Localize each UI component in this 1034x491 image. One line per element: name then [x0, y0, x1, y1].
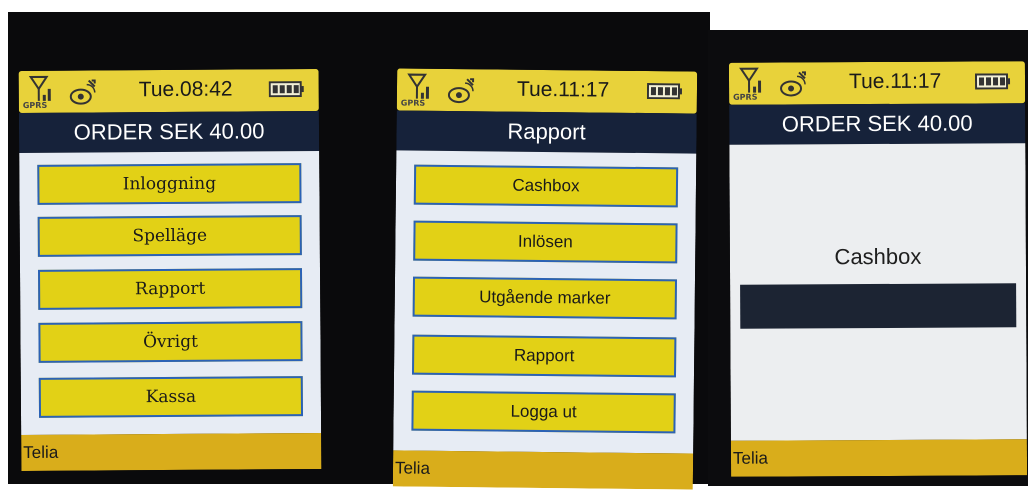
rapport-menu-screen: GPRS Tue.11:17 Rapport Cashbox Inlösen U…: [392, 68, 698, 490]
screen-title: Rapport: [396, 110, 697, 154]
cashbox-panel: Cashbox: [729, 143, 1027, 441]
cashbox-input[interactable]: [740, 283, 1017, 329]
menu-button-rapport[interactable]: Rapport: [411, 334, 677, 378]
screen-title: ORDER SEK 40.00: [729, 103, 1026, 145]
battery-icon: [268, 81, 304, 98]
menu-button-inloggning[interactable]: Inloggning: [37, 163, 302, 205]
menu-button-kassa[interactable]: Kassa: [38, 376, 304, 418]
gps-satellite-icon: [447, 78, 475, 104]
battery-icon: [646, 83, 683, 100]
menu-button-rapport[interactable]: Rapport: [37, 268, 303, 310]
cashbox-prompt: Cashbox: [834, 243, 922, 270]
menu-button-inlosen[interactable]: Inlösen: [413, 220, 678, 264]
gprs-label: GPRS: [22, 100, 48, 111]
cashbox-screen: GPRS Tue.11:17 ORDER SEK 40.00 Cashbox T: [728, 61, 1028, 477]
menu-button-cashbox[interactable]: Cashbox: [413, 164, 679, 208]
menu-button-ovrigt[interactable]: Övrigt: [38, 321, 303, 363]
gps-satellite-icon: [780, 71, 806, 97]
carrier-footer: Telia: [730, 439, 1028, 477]
status-bar: GPRS Tue.11:17: [728, 61, 1026, 105]
clock: Tue.08:42: [138, 77, 233, 102]
status-bar: GPRS Tue.08:42: [18, 68, 319, 114]
carrier-footer: Telia: [21, 432, 322, 472]
gps-satellite-icon: [69, 79, 96, 105]
clock: Tue.11:17: [848, 69, 942, 94]
battery-icon: [974, 73, 1011, 90]
menu-list: Inloggning Spelläge Rapport Övrigt Kassa: [19, 150, 322, 436]
gprs-label: GPRS: [400, 98, 426, 108]
gprs-label: GPRS: [733, 92, 758, 102]
clock: Tue.11:17: [516, 77, 610, 102]
menu-button-spellage[interactable]: Spelläge: [37, 215, 302, 257]
photo-collage: GPRS Tue.08:42 ORDER SEK 40.00 Inloggnin…: [0, 0, 1034, 491]
menu-button-logga-ut[interactable]: Logga ut: [411, 390, 676, 434]
menu-list: Cashbox Inlösen Utgående marker Rapport …: [393, 150, 697, 454]
main-menu-screen: GPRS Tue.08:42 ORDER SEK 40.00 Inloggnin…: [18, 68, 322, 472]
status-bar: GPRS Tue.11:17: [396, 68, 698, 114]
menu-button-utgaende-marker[interactable]: Utgående marker: [412, 276, 678, 320]
carrier-footer: Telia: [392, 450, 694, 490]
screen-title: ORDER SEK 40.00: [18, 110, 320, 154]
